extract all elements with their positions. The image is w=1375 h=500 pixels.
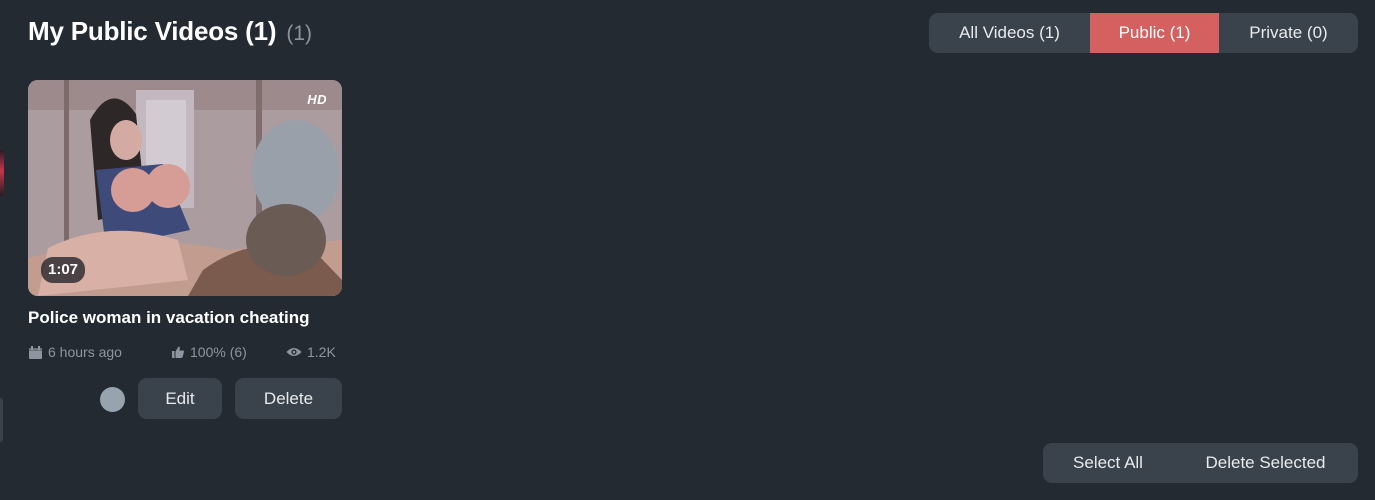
thumbs-up-icon	[172, 346, 184, 358]
video-meta: 6 hours ago 100% (6) 1.2K	[28, 343, 342, 361]
page: My Public Videos (1) (1) All Videos (1) …	[0, 0, 1375, 500]
title-count: (1)	[286, 22, 313, 45]
rating-text: 100% (6)	[190, 344, 247, 360]
views: 1.2K	[286, 344, 336, 360]
video-actions: Edit Delete	[28, 378, 342, 419]
bulk-actions: Select All Delete Selected	[1043, 443, 1358, 483]
delete-button[interactable]: Delete	[235, 378, 342, 419]
edit-button[interactable]: Edit	[138, 378, 222, 419]
page-title: My Public Videos (1)	[28, 16, 277, 46]
side-panel-edge[interactable]	[0, 150, 4, 196]
side-panel-tab[interactable]	[0, 398, 3, 442]
hd-badge: HD	[307, 92, 327, 107]
posted-date-text: 6 hours ago	[48, 344, 122, 360]
views-text: 1.2K	[307, 344, 336, 360]
select-all-button[interactable]: Select All	[1043, 443, 1173, 483]
tab-private[interactable]: Private (0)	[1219, 13, 1358, 53]
posted-date: 6 hours ago	[28, 344, 171, 360]
rating: 100% (6)	[171, 344, 286, 360]
video-thumbnail[interactable]: HD 1:07	[28, 80, 342, 296]
calendar-icon	[29, 345, 42, 359]
visibility-filter-tabs: All Videos (1) Public (1) Private (0)	[929, 13, 1358, 53]
delete-selected-button[interactable]: Delete Selected	[1173, 443, 1358, 483]
header: My Public Videos (1) (1)	[28, 16, 312, 47]
video-duration: 1:07	[41, 257, 86, 283]
eye-icon	[286, 348, 302, 356]
video-card: HD 1:07 Police woman in vacation cheatin…	[28, 80, 342, 419]
video-title[interactable]: Police woman in vacation cheating	[28, 308, 342, 328]
tab-public[interactable]: Public (1)	[1090, 13, 1219, 53]
tab-all-videos[interactable]: All Videos (1)	[929, 13, 1090, 53]
select-toggle[interactable]	[100, 387, 125, 412]
